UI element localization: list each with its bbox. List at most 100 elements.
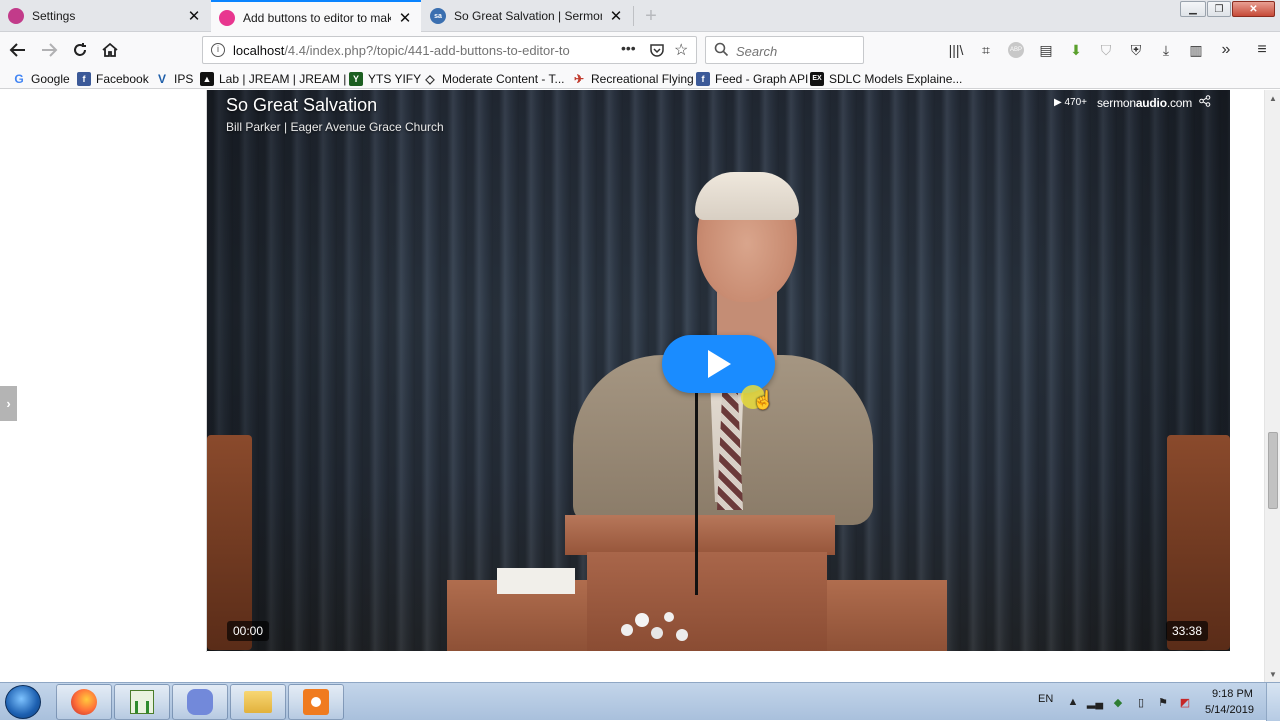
close-icon[interactable]: ✕ — [608, 8, 624, 25]
tab-title: So Great Salvation | SermonAud — [454, 9, 602, 23]
back-button[interactable] — [6, 38, 30, 62]
page-actions-icon[interactable]: ••• — [621, 40, 636, 56]
tab-strip: Settings ✕ Add buttons to editor to make… — [0, 0, 1280, 33]
download-tray-icon[interactable]: ◆ — [1111, 695, 1125, 709]
play-icon — [707, 350, 731, 378]
taskbar-firefox[interactable] — [56, 684, 112, 720]
task-manager-icon — [130, 690, 154, 714]
taskbar-task-manager[interactable] — [114, 684, 170, 720]
taskbar-discord[interactable] — [172, 684, 228, 720]
adblock-icon[interactable]: ABP — [1006, 40, 1026, 60]
battery-icon[interactable]: ▯ — [1134, 695, 1148, 709]
show-hidden-icons-icon[interactable]: ▲ — [1066, 695, 1080, 709]
extension-icon[interactable]: ▥ — [1186, 40, 1206, 60]
tab-settings[interactable]: Settings ✕ — [0, 0, 210, 32]
facebook-icon: f — [696, 71, 710, 86]
search-input[interactable]: Search — [705, 36, 864, 64]
taskbar-file-explorer[interactable] — [230, 684, 286, 720]
antivirus-icon[interactable]: ◩ — [1178, 695, 1192, 709]
hamburger-menu-icon[interactable]: ≡ — [1252, 40, 1272, 60]
bookmark-moderate-content[interactable]: ◇ Moderate Content - T... — [423, 70, 564, 87]
play-button[interactable] — [662, 335, 775, 393]
download-helper-icon[interactable]: ⬇ — [1066, 40, 1086, 60]
library-icon[interactable]: |||\ — [946, 40, 966, 60]
bookmark-label: Feed - Graph API — [715, 71, 809, 86]
sidebar-toggle[interactable]: › — [0, 386, 17, 421]
tab-so-great-salvation[interactable]: sa So Great Salvation | SermonAud ✕ — [422, 0, 632, 32]
papers — [497, 568, 575, 594]
window-close-button[interactable]: ✕ — [1232, 1, 1275, 17]
info-icon[interactable]: i — [211, 43, 225, 57]
start-button[interactable] — [5, 685, 41, 719]
bookmark-feed-graph-api[interactable]: f Feed - Graph API — [696, 70, 808, 87]
home-button[interactable] — [98, 38, 122, 62]
bookmark-label: Recreational Flying — [591, 71, 694, 86]
taskbar-screen-recorder[interactable] — [288, 684, 344, 720]
microphone-stand — [695, 390, 698, 595]
close-icon[interactable]: ✕ — [186, 8, 202, 25]
url-bar[interactable]: i localhost/4.4/index.php?/topic/441-add… — [202, 36, 697, 64]
google-icon: G — [14, 71, 24, 86]
reader-view-icon[interactable]: ▤ — [1036, 40, 1056, 60]
bookmark-label: SDLC Models Explaine... — [829, 71, 963, 86]
forward-button[interactable] — [37, 38, 61, 62]
tab-add-buttons[interactable]: Add buttons to editor to make ✕ — [211, 0, 421, 33]
clock-date[interactable]: 5/14/2019 — [1205, 704, 1254, 716]
shield-icon[interactable]: ⛉ — [1096, 40, 1116, 60]
windows-taskbar: EN ▲ ▂▄ ◆ ▯ ⚑ ◩ 9:18 PM 5/14/2019 — [0, 682, 1280, 721]
ublock-icon[interactable]: ⛨ — [1126, 40, 1146, 60]
video-title[interactable]: So Great Salvation — [226, 95, 377, 116]
preacher-hair — [695, 172, 799, 220]
bookmark-label: Google — [31, 71, 70, 86]
bookmark-facebook[interactable]: f Facebook — [77, 70, 149, 87]
bookmark-sdlc[interactable]: EX SDLC Models Explaine... — [810, 70, 962, 87]
clock-time[interactable]: 9:18 PM — [1212, 688, 1253, 700]
screenrecorder-icon — [303, 689, 329, 715]
bookmark-google[interactable]: G Google — [12, 70, 70, 87]
new-tab-button[interactable]: + — [640, 5, 662, 27]
pocket-icon[interactable] — [649, 42, 665, 58]
bookmark-label: Lab | JREAM | JREAM | ... — [219, 71, 360, 86]
bookmarks-toolbar: G Google f Facebook V IPS ▲ Lab | JREAM … — [0, 68, 1280, 89]
url-text[interactable]: localhost/4.4/index.php?/topic/441-add-b… — [233, 43, 588, 58]
maximize-button[interactable]: ❐ — [1207, 1, 1231, 17]
current-time: 00:00 — [227, 621, 270, 641]
show-desktop-button[interactable] — [1266, 683, 1280, 721]
tab-title: Settings — [32, 9, 76, 23]
pulpit-top — [565, 515, 835, 555]
bookmark-jream[interactable]: ▲ Lab | JREAM | JREAM | ... — [200, 70, 360, 87]
reload-button[interactable] — [68, 38, 92, 62]
minimize-button[interactable]: ▁ — [1180, 1, 1206, 17]
action-center-flag-icon[interactable]: ⚑ — [1156, 695, 1170, 709]
sermonaudio-favicon-icon: sa — [430, 8, 446, 24]
screenshot-icon[interactable]: ⌗ — [976, 40, 996, 60]
language-indicator[interactable]: EN — [1038, 693, 1053, 705]
close-icon[interactable]: ✕ — [397, 10, 413, 27]
video-player[interactable]: So Great Salvation Bill Parker | Eager A… — [207, 90, 1230, 651]
overflow-menu-icon[interactable]: » — [1216, 40, 1236, 60]
search-icon — [714, 42, 729, 60]
share-icon[interactable] — [1199, 95, 1211, 110]
bookmark-label: IPS — [174, 71, 194, 86]
discord-icon — [187, 689, 213, 715]
brand-bold: audio — [1135, 96, 1167, 110]
video-subtitle[interactable]: Bill Parker | Eager Avenue Grace Church — [226, 120, 444, 134]
brand-prefix: sermon — [1097, 96, 1136, 110]
downloads-icon[interactable]: ⤓ — [1156, 40, 1176, 60]
scrollbar-thumb[interactable] — [1268, 432, 1278, 509]
bookmark-yts[interactable]: Y YTS YIFY — [349, 70, 421, 87]
scroll-down-arrow-icon[interactable]: ▼ — [1265, 666, 1280, 682]
network-icon[interactable]: ▂▄ — [1087, 695, 1103, 709]
scroll-up-arrow-icon[interactable]: ▲ — [1265, 90, 1280, 106]
ips-icon: V — [157, 71, 166, 86]
duration: 33:38 — [1166, 621, 1209, 641]
flowers — [621, 612, 688, 641]
page-scrollbar[interactable]: ▲ ▼ — [1264, 90, 1280, 682]
back-arrow-icon — [9, 43, 25, 57]
moderate-icon: ◇ — [425, 71, 435, 86]
url-path: /4.4/index.php?/topic/441-add-buttons-to… — [284, 43, 570, 58]
bookmark-star-icon[interactable]: ☆ — [674, 40, 688, 60]
bookmark-ips[interactable]: V IPS — [155, 70, 193, 87]
sermonaudio-logo[interactable]: sermonaudio.com — [1097, 96, 1192, 110]
bookmark-recreational-flying[interactable]: ✈ Recreational Flying — [572, 70, 694, 87]
